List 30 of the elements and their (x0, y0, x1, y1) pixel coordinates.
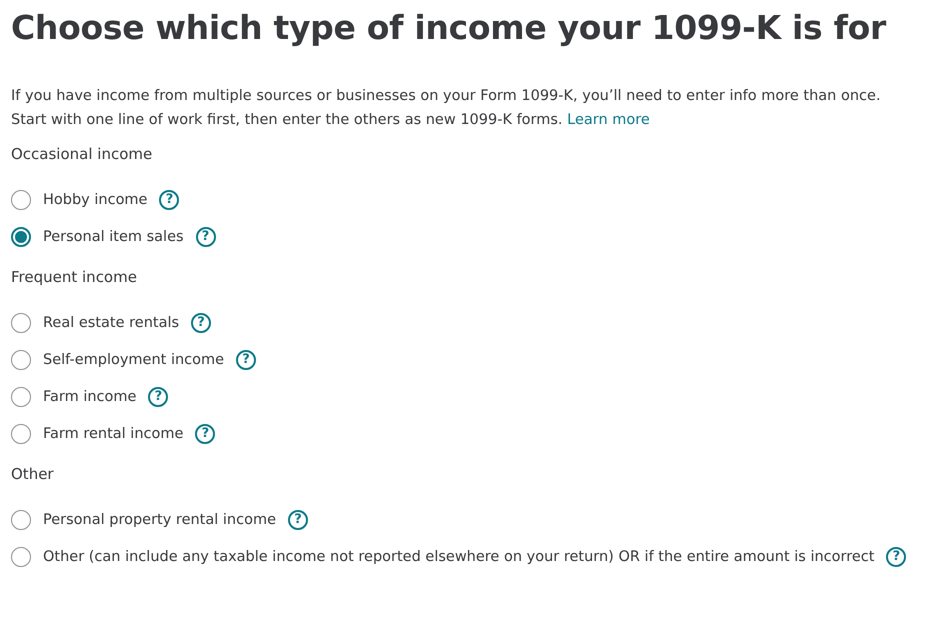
radio-button[interactable] (11, 190, 31, 210)
option-label: Hobby income (43, 192, 148, 208)
radio-button[interactable] (11, 226, 31, 246)
radio-button[interactable] (11, 546, 31, 566)
option-label: Farm income (43, 388, 136, 404)
option-label: Personal item sales (43, 228, 184, 244)
help-icon[interactable]: ? (195, 424, 216, 444)
section-heading: Occasional income (11, 145, 154, 163)
radio-button[interactable] (11, 350, 31, 370)
help-icon[interactable]: ? (236, 350, 256, 370)
option-label: Real estate rentals (43, 314, 180, 330)
intro-text: If you have income from multiple sources or businesses on your Form 1099-K, you’ll need to enter info more than once. Start with one line of work first, then enter the others as new 1099-K forms. Learn more (11, 87, 882, 130)
help-icon[interactable]: ? (196, 226, 216, 246)
help-icon[interactable]: ? (191, 312, 212, 332)
option-label: Self-employment income (43, 352, 224, 368)
radio-button[interactable] (11, 424, 31, 444)
help-icon[interactable]: ? (148, 386, 168, 406)
radio-button[interactable] (11, 312, 31, 332)
option-label: Personal property rental income (43, 512, 276, 528)
radio-button[interactable] (11, 510, 31, 530)
help-icon[interactable]: ? (159, 190, 180, 210)
help-icon[interactable]: ? (288, 510, 308, 530)
section-heading: Frequent income (11, 268, 138, 286)
page-title: Choose which type of income your 1099-K is for (11, 8, 888, 47)
help-icon[interactable]: ? (886, 546, 906, 566)
learn-more-link[interactable]: Learn more (567, 112, 650, 128)
option-label: Farm rental income (43, 426, 184, 442)
option-label: Other (can include any taxable income not reported elsewhere on your return) OR if the entire amount is incorrect (43, 548, 874, 564)
section-heading: Other (11, 465, 55, 483)
radio-button[interactable] (11, 386, 31, 406)
